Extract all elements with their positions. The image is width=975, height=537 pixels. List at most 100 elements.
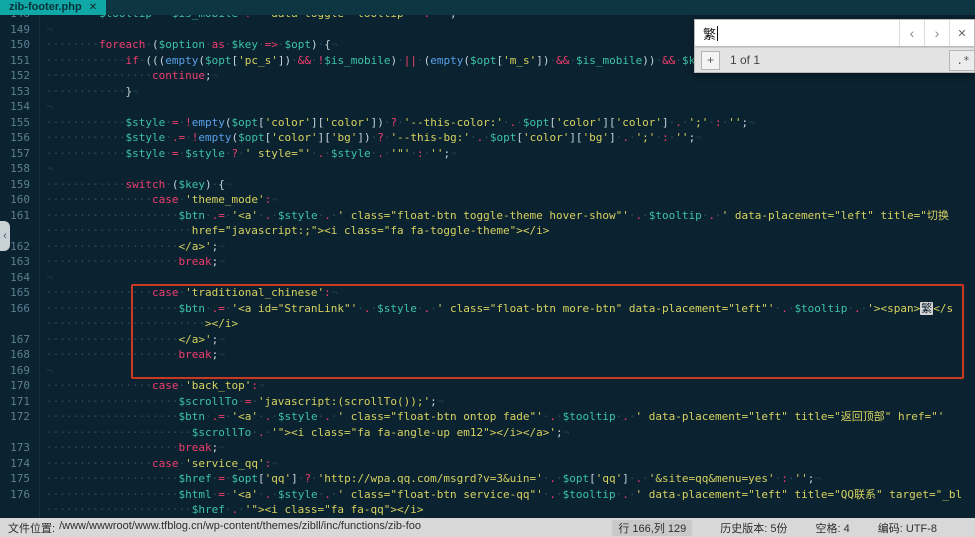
- file-location-label: 文件位置:: [8, 520, 55, 536]
- code-line-text: ····················$href·=·$opt['qq']·?…: [46, 471, 821, 487]
- code-row-wrap[interactable]: ······················$scrollTo·.·'"><i …: [0, 425, 975, 441]
- code-line-text: ····················</a>';¬: [46, 239, 225, 255]
- line-number: 156: [0, 130, 40, 146]
- tab-zib-footer[interactable]: zib-footer.php ✕: [0, 0, 106, 15]
- line-number: 172: [0, 409, 40, 425]
- code-line-text: ····················break;¬: [46, 347, 225, 363]
- line-number: 154: [0, 99, 40, 115]
- code-area: 148········$tooltip·=·$is_mobile·?·' dat…: [0, 15, 975, 518]
- search-input[interactable]: 繁: [695, 20, 899, 46]
- code-line-text: ············}¬: [46, 84, 139, 100]
- code-line-text: ¬: [46, 363, 53, 379]
- line-number: 151: [0, 53, 40, 69]
- search-query-text: 繁: [703, 24, 716, 43]
- search-row: 繁 ‹ › ✕: [694, 19, 975, 47]
- line-number: 160: [0, 192, 40, 208]
- code-row-175[interactable]: 175····················$href·=·$opt['qq'…: [0, 471, 975, 487]
- regex-icon: .*: [956, 54, 969, 67]
- indent-spaces[interactable]: 空格: 4: [815, 520, 849, 536]
- code-line-text: ····················$btn·.=·'<a id="Stra…: [46, 301, 953, 317]
- code-row-170[interactable]: 170 ················case·'back_top':¬: [0, 378, 975, 394]
- line-number: 176: [0, 487, 40, 503]
- chevron-right-icon: ›: [935, 25, 940, 41]
- line-number: 152: [0, 68, 40, 84]
- code-row-161[interactable]: 161····················$btn·.=·'<a'·.·$s…: [0, 208, 975, 224]
- match-count: 1 of 1: [730, 53, 760, 67]
- code-row-156[interactable]: 156 ············$style·.=·!empty($opt['co…: [0, 130, 975, 146]
- search-panel: 繁 ‹ › ✕ + 1 of 1 .*: [694, 19, 975, 73]
- code-row-164[interactable]: 164¬: [0, 270, 975, 286]
- encoding[interactable]: 编码: UTF-8: [878, 520, 937, 536]
- tab-bar: zib-footer.php ✕: [0, 0, 975, 15]
- code-editor: 148········$tooltip·=·$is_mobile·?·' dat…: [0, 15, 975, 518]
- history-versions[interactable]: 历史版本: 5份: [720, 520, 787, 536]
- line-number: 170: [0, 378, 40, 394]
- plus-icon: +: [707, 54, 714, 66]
- chevron-left-icon: ‹: [910, 25, 915, 41]
- line-number: 158: [0, 161, 40, 177]
- line-number: [0, 316, 40, 332]
- code-row-166[interactable]: 166 ····················$btn·.=·'<a id="S…: [0, 301, 975, 317]
- find-next-button[interactable]: ›: [924, 20, 949, 46]
- line-number: 157: [0, 146, 40, 162]
- line-number: 166: [0, 301, 40, 317]
- code-line-text: ················case·'back_top':¬: [46, 378, 265, 394]
- line-number: 164: [0, 270, 40, 286]
- code-line-text: ············if·(((empty($opt['pc_s'])·&&…: [46, 53, 735, 69]
- code-row-wrap[interactable]: ······················href="javascript:;…: [0, 223, 975, 239]
- line-number: 167: [0, 332, 40, 348]
- tab-filename: zib-footer.php: [9, 0, 82, 15]
- code-row-160[interactable]: 160 ················case·'theme_mode':¬: [0, 192, 975, 208]
- status-bar: 文件位置: /www/wwwroot/www.tfblog.cn/wp-cont…: [0, 518, 975, 537]
- code-row-155[interactable]: 155············$style·=·!empty($opt['col…: [0, 115, 975, 131]
- code-line-text: ············$style·=·!empty($opt['color'…: [46, 115, 755, 131]
- code-row-wrap[interactable]: ······················$href·.·'"><i clas…: [0, 502, 975, 518]
- code-row-165[interactable]: 165················case·'traditional_chi…: [0, 285, 975, 301]
- line-number: 150: [0, 37, 40, 53]
- code-line-text: ····················break;¬: [46, 440, 225, 456]
- code-line-text: ············switch·($key)·{¬: [46, 177, 231, 193]
- code-row-162[interactable]: 162····················</a>';¬: [0, 239, 975, 255]
- status-items: 行 166,列 129 历史版本: 5份 空格: 4 编码: UTF-8: [612, 520, 967, 536]
- code-row-174[interactable]: 174················case·'service_qq':¬: [0, 456, 975, 472]
- code-line-text: ····················break;¬: [46, 254, 225, 270]
- line-number: 163: [0, 254, 40, 270]
- code-row-158[interactable]: 158¬: [0, 161, 975, 177]
- code-line-text: ························></i>: [46, 316, 238, 332]
- code-row-168[interactable]: 168 ····················break;¬: [0, 347, 975, 363]
- code-line-text: ················case·'theme_mode':¬: [46, 192, 278, 208]
- regex-toggle-button[interactable]: .*: [949, 50, 975, 71]
- code-row-153[interactable]: 153············}¬: [0, 84, 975, 100]
- code-line-text: ············$style·=·$style·?·' style="'…: [46, 146, 457, 162]
- code-row-173[interactable]: 173····················break;¬: [0, 440, 975, 456]
- code-row-154[interactable]: 154¬: [0, 99, 975, 115]
- code-row-159[interactable]: 159············switch·($key)·{¬: [0, 177, 975, 193]
- code-line-text: ····················$scrollTo·=·'javascr…: [46, 394, 443, 410]
- line-number: 149: [0, 22, 40, 38]
- code-row-157[interactable]: 157 ············$style·=·$style·?·' style…: [0, 146, 975, 162]
- code-line-text: ············$style·.=·!empty($opt['color…: [46, 130, 702, 146]
- code-line-text: ¬: [46, 22, 53, 38]
- add-search-button[interactable]: +: [701, 51, 720, 70]
- tab-close-icon[interactable]: ✕: [89, 0, 97, 15]
- code-row-163[interactable]: 163 ····················break;¬: [0, 254, 975, 270]
- search-match-highlight: 繁: [920, 302, 933, 315]
- code-line-text: ····················$btn·.=·'<a'·.·$styl…: [46, 208, 949, 224]
- find-prev-button[interactable]: ‹: [899, 20, 924, 46]
- search-close-button[interactable]: ✕: [949, 20, 974, 46]
- code-row-172[interactable]: 172····················$btn·.=·'<a'·.·$s…: [0, 409, 975, 425]
- line-number: 168: [0, 347, 40, 363]
- line-number: [0, 425, 40, 441]
- code-row-wrap[interactable]: ························></i>: [0, 316, 975, 332]
- code-line-text: ······················href="javascript:;…: [46, 223, 549, 239]
- code-row-171[interactable]: 171 ····················$scrollTo·=·'java…: [0, 394, 975, 410]
- sidebar-collapse-handle[interactable]: ‹: [0, 221, 10, 251]
- code-row-167[interactable]: 167····················</a>';¬: [0, 332, 975, 348]
- code-line-text: ················continue;¬: [46, 68, 218, 84]
- code-line-text: ····················$html·=·'<a'·.·$styl…: [46, 487, 962, 503]
- close-icon: ✕: [957, 27, 966, 40]
- code-row-176[interactable]: 176 ····················$html·=·'<a'·.·$s…: [0, 487, 975, 503]
- line-number: 174: [0, 456, 40, 472]
- line-number: 171: [0, 394, 40, 410]
- code-row-169[interactable]: 169¬: [0, 363, 975, 379]
